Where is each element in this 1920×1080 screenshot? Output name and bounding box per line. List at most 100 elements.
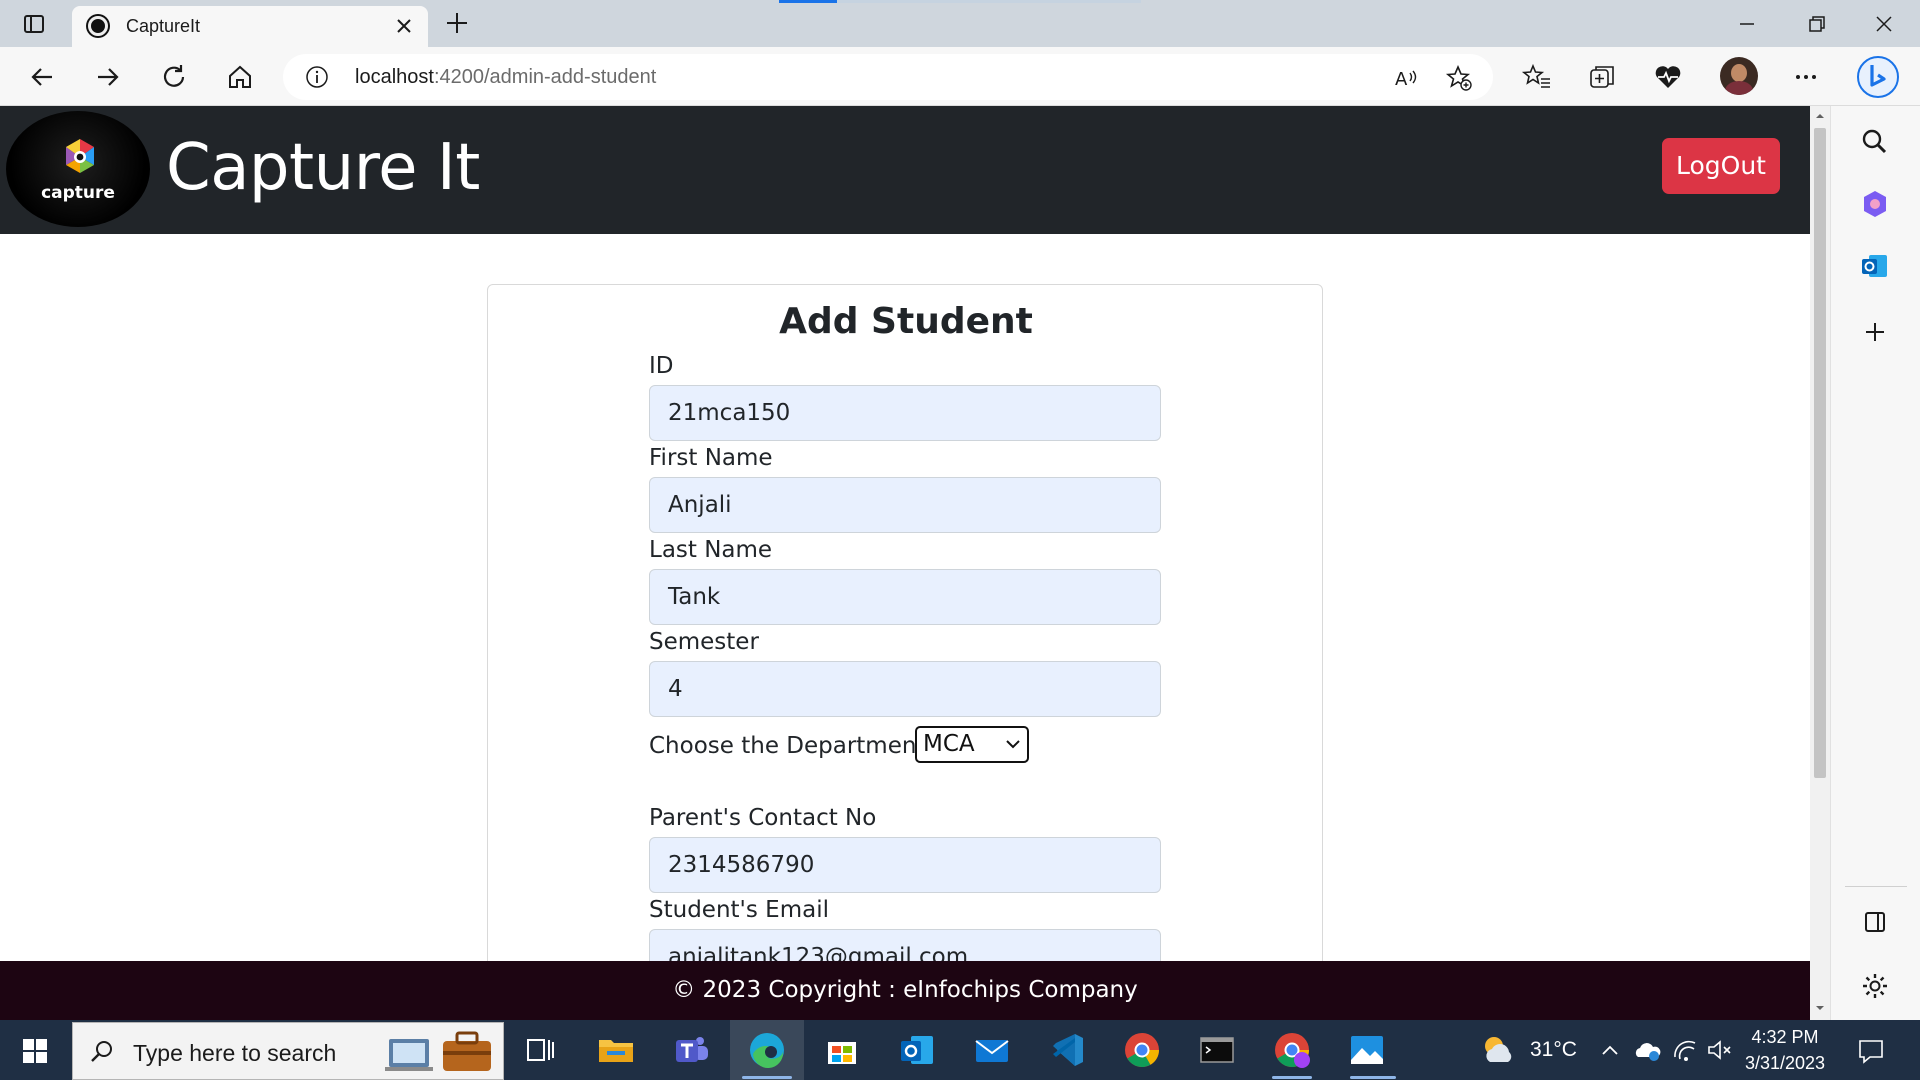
- favorites-icon[interactable]: [1521, 61, 1553, 93]
- edge-sidebar: [1830, 106, 1920, 1020]
- tab-actions-icon[interactable]: [22, 12, 46, 36]
- photos-icon[interactable]: [1345, 1028, 1389, 1072]
- home-icon[interactable]: [224, 61, 256, 93]
- form-title: Add Student: [779, 301, 1033, 342]
- more-options-icon[interactable]: [1790, 61, 1822, 93]
- task-view-icon[interactable]: [518, 1028, 562, 1072]
- file-explorer-icon[interactable]: [594, 1028, 638, 1072]
- capture-logo[interactable]: capture: [6, 111, 150, 227]
- microsoft-store-icon[interactable]: [820, 1028, 864, 1072]
- outlook-icon[interactable]: [1857, 248, 1893, 284]
- onedrive-icon[interactable]: [1632, 1035, 1662, 1065]
- search-icon[interactable]: [1857, 124, 1893, 160]
- chrome-profile-icon[interactable]: [1270, 1028, 1314, 1072]
- tab-favicon-icon: [88, 16, 108, 36]
- department-select[interactable]: MCA: [915, 726, 1029, 763]
- url-path: :4200/admin-add-student: [433, 66, 657, 88]
- read-aloud-icon[interactable]: A: [1393, 64, 1421, 92]
- edge-running-indicator: [742, 1076, 792, 1079]
- sidebar-settings-gear-icon[interactable]: [1857, 968, 1893, 1004]
- id-label: ID: [649, 353, 674, 379]
- first-name-input[interactable]: Anjali: [649, 477, 1161, 533]
- photos-running-indicator: [1350, 1076, 1396, 1079]
- notification-center-icon[interactable]: [1856, 1036, 1886, 1066]
- vscode-icon[interactable]: [1045, 1028, 1089, 1072]
- taskbar-clock[interactable]: 4:32 PM 3/31/2023: [1740, 1024, 1830, 1076]
- search-highlight-illustration: [385, 1031, 491, 1071]
- site-brand-title[interactable]: Capture It: [166, 130, 480, 206]
- outlook-taskbar-icon[interactable]: [895, 1028, 939, 1072]
- edge-icon[interactable]: [745, 1028, 789, 1072]
- site-footer: © 2023 Copyright : eInfochips Company: [0, 961, 1810, 1020]
- taskbar-search-placeholder: Type here to search: [133, 1040, 337, 1066]
- teams-icon[interactable]: [670, 1028, 714, 1072]
- wifi-icon[interactable]: [1670, 1035, 1700, 1065]
- student-email-label: Student's Email: [649, 897, 829, 923]
- add-sidebar-app-icon[interactable]: [1857, 314, 1893, 350]
- department-label: Choose the Department:: [649, 733, 934, 759]
- back-arrow-icon[interactable]: [26, 61, 58, 93]
- semester-input[interactable]: 4: [649, 661, 1161, 717]
- discover-icon[interactable]: [1857, 186, 1893, 222]
- volume-muted-icon[interactable]: [1704, 1035, 1734, 1065]
- windows-start-icon[interactable]: [22, 1038, 48, 1064]
- site-header: capture Capture It LogOut: [0, 106, 1810, 234]
- forward-arrow-icon[interactable]: [92, 61, 124, 93]
- parent-contact-input[interactable]: 2314586790: [649, 837, 1161, 893]
- page-load-progress-fill: [779, 0, 837, 3]
- mail-icon[interactable]: [970, 1028, 1014, 1072]
- chrome-icon[interactable]: [1120, 1028, 1164, 1072]
- browser-address-toolbar: localhost:4200/admin-add-student A: [0, 47, 1920, 106]
- show-hidden-icons-chevron-icon[interactable]: [1596, 1036, 1624, 1064]
- taskbar-search-box[interactable]: Type here to search: [72, 1022, 504, 1080]
- hide-sidebar-icon[interactable]: [1857, 904, 1893, 940]
- url-text[interactable]: localhost:4200/admin-add-student: [355, 65, 656, 89]
- url-host: localhost: [355, 66, 434, 88]
- temperature-readout[interactable]: 31°C: [1530, 1036, 1577, 1064]
- add-favorite-icon[interactable]: [1445, 64, 1473, 92]
- new-tab-icon[interactable]: [444, 10, 470, 36]
- logo-text: capture: [41, 183, 115, 203]
- scroll-down-arrow-icon[interactable]: [1814, 1002, 1826, 1014]
- semester-label: Semester: [649, 629, 759, 655]
- scrollbar-thumb[interactable]: [1814, 128, 1826, 778]
- profile-avatar[interactable]: [1720, 57, 1758, 95]
- profile-face: [1731, 64, 1747, 82]
- page-scrollbar[interactable]: [1810, 106, 1830, 1020]
- address-bar[interactable]: localhost:4200/admin-add-student A: [283, 54, 1493, 100]
- windows-taskbar: Type here to search 31°C 4:32 PM 3/31/20…: [0, 1020, 1920, 1080]
- last-name-label: Last Name: [649, 537, 773, 563]
- collections-icon[interactable]: [1586, 61, 1618, 93]
- bing-copilot-icon[interactable]: [1856, 55, 1900, 99]
- profile-body: [1725, 81, 1753, 95]
- close-window-icon[interactable]: [1868, 8, 1900, 40]
- capture-logo-icon: [66, 139, 94, 173]
- refresh-icon[interactable]: [158, 61, 190, 93]
- taskbar-search-icon: [91, 1041, 112, 1062]
- tab-title: CaptureIt: [126, 16, 201, 36]
- sidebar-divider: [1845, 886, 1907, 887]
- browser-tab-bar: CaptureIt: [0, 0, 1920, 47]
- tab-close-icon[interactable]: [392, 14, 416, 38]
- web-page: capture Capture It LogOut Add Student ID…: [0, 106, 1810, 1020]
- last-name-input[interactable]: Tank: [649, 569, 1161, 625]
- svg-text:A: A: [1395, 69, 1408, 90]
- terminal-icon[interactable]: [1195, 1028, 1239, 1072]
- first-name-label: First Name: [649, 445, 773, 471]
- site-info-icon[interactable]: [305, 65, 329, 89]
- id-input[interactable]: 21mca150: [649, 385, 1161, 441]
- parent-contact-label: Parent's Contact No: [649, 805, 877, 831]
- restore-window-icon[interactable]: [1800, 8, 1832, 40]
- page-load-progress: [779, 0, 1141, 3]
- scroll-up-arrow-icon[interactable]: [1814, 110, 1826, 122]
- minimize-window-icon[interactable]: [1731, 8, 1763, 40]
- weather-icon[interactable]: [1476, 1028, 1520, 1072]
- logout-button[interactable]: LogOut: [1662, 138, 1780, 194]
- browser-tab-captureit[interactable]: CaptureIt: [72, 6, 428, 47]
- chrome-running-indicator: [1272, 1076, 1312, 1079]
- clock-time: 4:32 PM: [1751, 1027, 1819, 1047]
- clock-date: 3/31/2023: [1744, 1053, 1826, 1073]
- browser-essentials-icon[interactable]: [1652, 61, 1684, 93]
- department-selected-value: MCA: [923, 731, 975, 757]
- chevron-down-icon: [1006, 740, 1020, 749]
